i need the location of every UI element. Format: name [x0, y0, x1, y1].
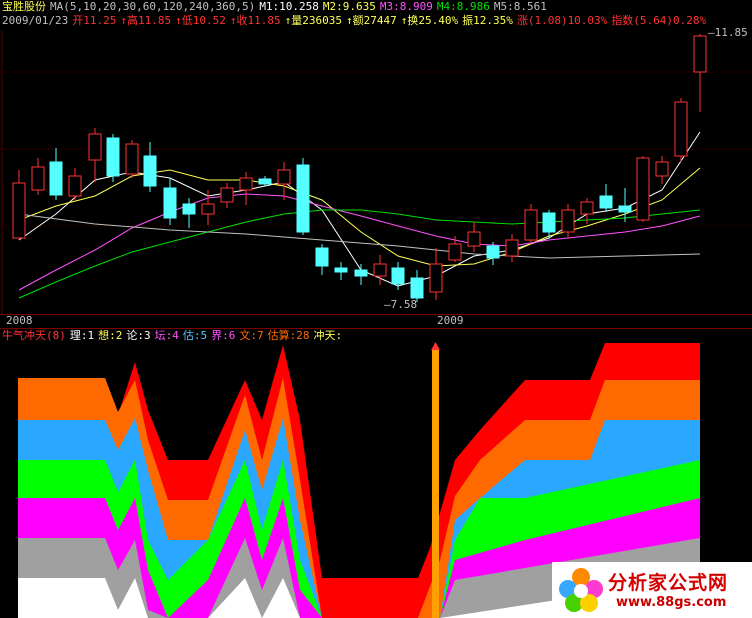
candle-body-11 [220, 187, 234, 203]
quote-amplitude: 振12.35% [462, 14, 513, 27]
candle-body-4 [88, 133, 102, 161]
indicator-item-6: 界:6 [211, 329, 236, 342]
spike-arrow-icon [431, 342, 440, 350]
candle-body-3 [68, 175, 82, 197]
ma-m5: M5:8.561 [493, 0, 547, 13]
candle-body-25 [486, 245, 500, 259]
candle-body-23 [448, 243, 462, 261]
spike-bar [432, 348, 439, 618]
watermark-url: www.88gs.com [616, 595, 727, 610]
indicator-item-2: 想:2 [98, 329, 123, 342]
candle-body-10 [201, 203, 215, 215]
ma-m2: M2:9.635 [322, 0, 376, 13]
indicator-item-5: 估:5 [182, 329, 208, 342]
candle-body-1 [31, 166, 45, 191]
x-axis-label-2008: 2008 [6, 314, 33, 327]
indicator-item-9: 冲天: [313, 329, 343, 342]
candle-body-35 [674, 101, 688, 157]
candle-body-19 [373, 263, 387, 277]
stock-name[interactable]: 宝胜股份 [2, 0, 46, 13]
candle-body-8 [163, 187, 177, 219]
candle-body-14 [277, 169, 291, 185]
candle-body-17 [334, 267, 348, 273]
ma-params: MA(5,10,20,30,60,120,240,360,5) [50, 0, 256, 13]
indicator-name[interactable]: 牛气冲天(8) [2, 329, 66, 342]
indicator-item-7: 文:7 [239, 329, 264, 342]
price-max-label: —11.85 [708, 26, 748, 39]
candle-body-29 [561, 209, 575, 233]
ma-line-2 [18, 167, 701, 267]
watermark-title: 分析家公式网 [608, 572, 729, 594]
ma-m1: M1:10.258 [259, 0, 319, 13]
candle-body-12 [239, 177, 253, 191]
axis-divider [0, 314, 752, 315]
price-min-label: —7.58 [384, 298, 418, 311]
candle-body-15 [296, 164, 310, 233]
quote-open: 开11.25 [72, 14, 117, 27]
candle-body-30 [580, 201, 594, 215]
candle-body-36 [693, 35, 707, 73]
candlestick-series [12, 34, 707, 302]
candle-body-33 [636, 157, 650, 221]
candle-body-18 [354, 269, 368, 277]
candle-body-13 [258, 178, 272, 185]
candle-body-27 [524, 209, 538, 241]
candle-body-7 [143, 155, 157, 187]
quote-row: 2009/01/23 开11.25 ↑高11.85 ↑低10.52 ↑收11.85 ↑量2… [2, 14, 710, 28]
candle-body-22 [429, 263, 443, 293]
candle-body-6 [125, 143, 139, 175]
ma-header-row: 宝胜股份 MA(5,10,20,30,60,120,240,360,5) M1:10… [2, 0, 551, 14]
indicator-item-1: 理:1 [69, 329, 95, 342]
candle-body-26 [505, 239, 519, 257]
candle-body-28 [542, 212, 556, 233]
candle-body-20 [391, 267, 405, 285]
ma-m3: M3:8.909 [379, 0, 433, 13]
ma-line-5 [18, 213, 701, 259]
ma-line-1 [18, 131, 701, 287]
quote-volume: ↑量236035 [284, 14, 342, 27]
candle-body-31 [599, 195, 613, 209]
indicator-spike-bar [431, 342, 440, 618]
indicator-item-4: 坛:4 [154, 329, 179, 342]
quote-low: ↑低10.52 [175, 14, 226, 27]
quote-high: ↑高11.85 [120, 14, 172, 27]
candle-body-2 [49, 161, 63, 196]
indicator-item-3: 论:3 [126, 329, 151, 342]
candle-body-24 [467, 231, 481, 247]
candle-body-34 [655, 161, 669, 177]
x-axis-label-2009: 2009 [437, 314, 464, 327]
flower-logo-icon [559, 568, 603, 612]
candle-body-21 [410, 277, 424, 299]
indicator-header-row: 牛气冲天(8) 理:1 想:2 论:3 坛:4 估:5 界:6 文:7 估算:28 冲天: [2, 329, 346, 343]
candle-body-9 [182, 203, 196, 215]
candle-body-32 [618, 205, 632, 213]
quote-close: ↑收11.85 [229, 14, 281, 27]
ma-line-4 [18, 209, 701, 299]
indicator-item-8: 估算:28 [267, 329, 310, 342]
quote-change: 涨(1.08)10.03% [516, 14, 608, 27]
stock-chart-canvas[interactable] [0, 0, 752, 618]
quote-turnover: ↑换25.40% [400, 14, 459, 27]
quote-index: 指数(5.64)0.28% [611, 14, 707, 27]
candle-body-0 [12, 182, 26, 239]
candle-body-5 [106, 137, 120, 177]
ma-m4: M4:8.986 [436, 0, 490, 13]
candle-body-16 [315, 247, 329, 267]
watermark-logo: 分析家公式网 www.88gs.com [552, 562, 752, 618]
quote-amount: ↑额27447 [345, 14, 397, 27]
quote-date: 2009/01/23 [2, 14, 69, 27]
